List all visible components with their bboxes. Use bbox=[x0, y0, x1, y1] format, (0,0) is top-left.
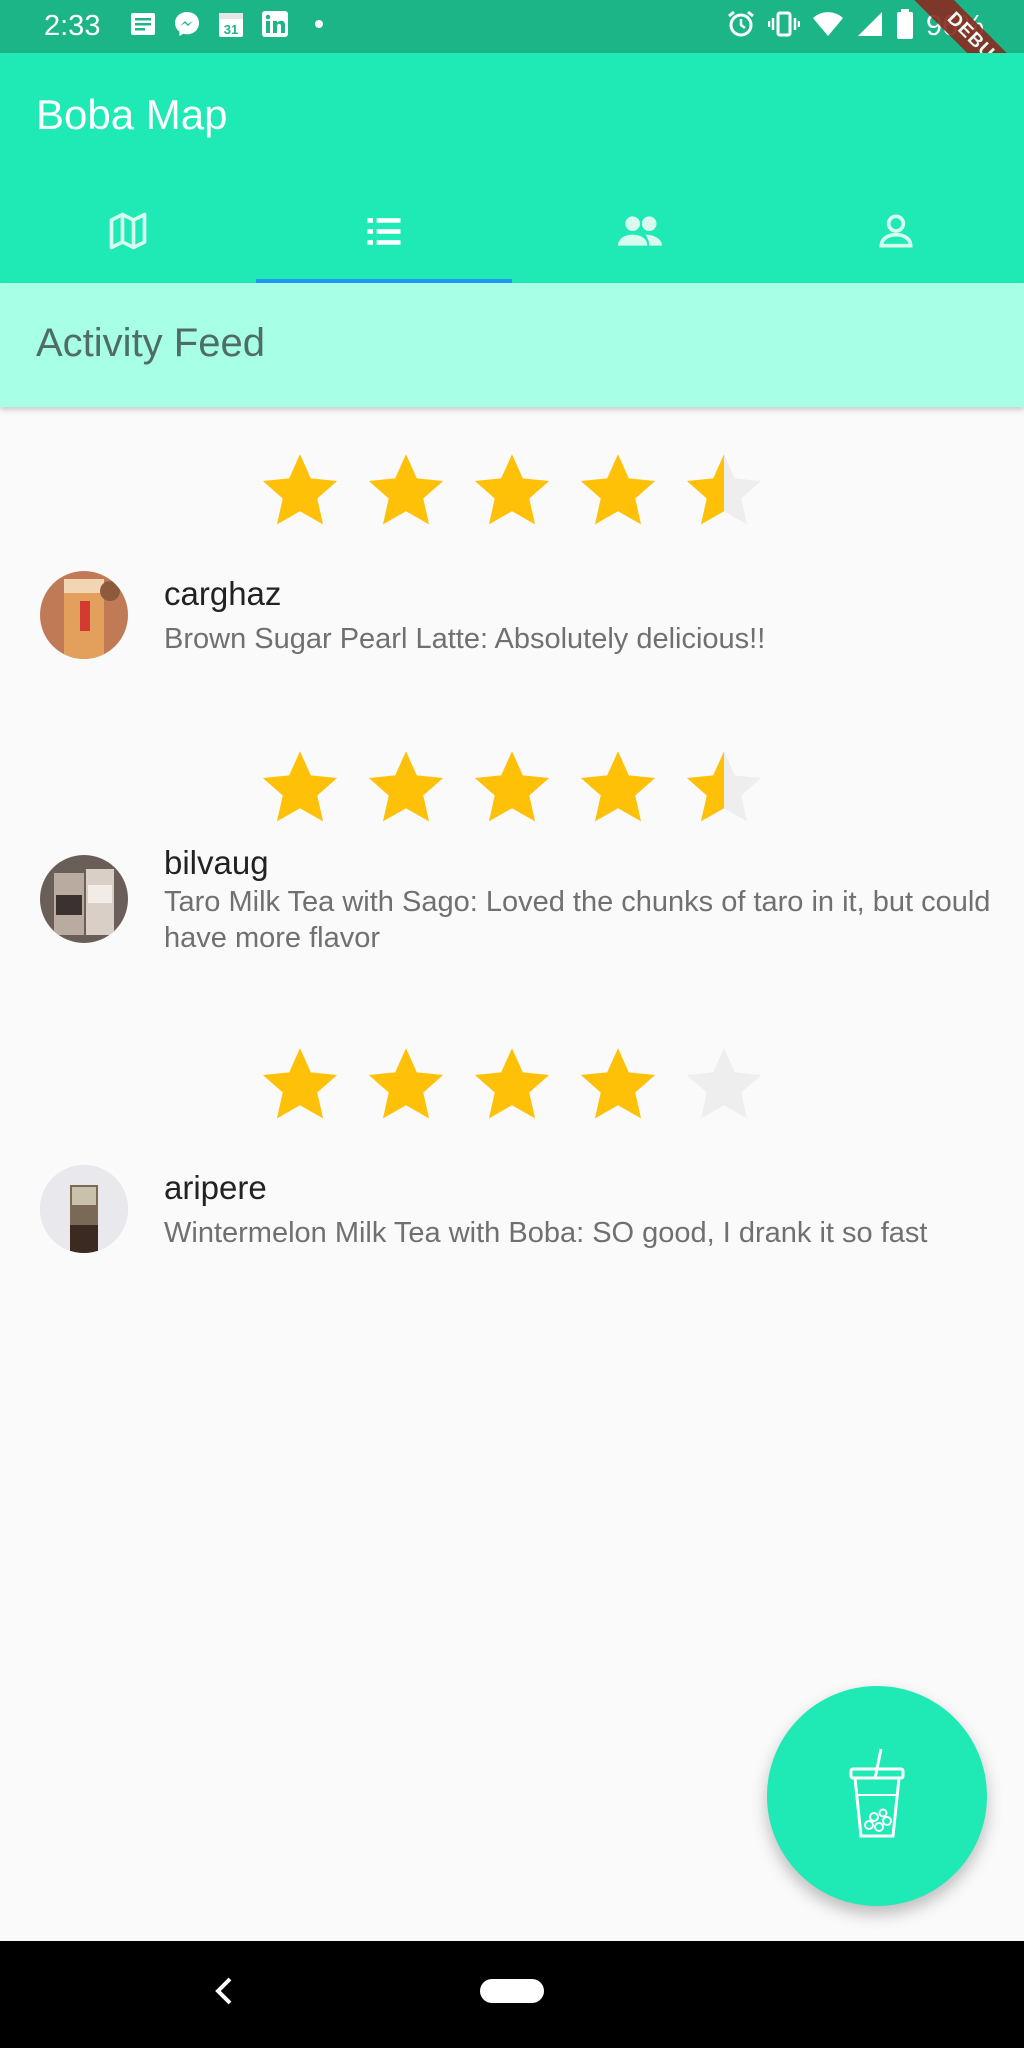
back-icon[interactable] bbox=[210, 1969, 238, 2018]
tab-friends[interactable] bbox=[512, 183, 768, 283]
list-icon bbox=[362, 209, 406, 258]
activity-feed-header: Activity Feed bbox=[0, 283, 1024, 407]
tab-feed[interactable] bbox=[256, 183, 512, 283]
avatar bbox=[40, 855, 128, 943]
star-half-icon bbox=[682, 449, 766, 533]
battery-icon bbox=[896, 9, 914, 44]
star-filled-icon bbox=[576, 449, 660, 533]
star-filled-icon bbox=[258, 746, 342, 830]
messenger-icon bbox=[172, 9, 202, 39]
star-half-icon bbox=[682, 746, 766, 830]
linkedin-icon bbox=[260, 9, 290, 39]
app-bar: Boba Map bbox=[0, 53, 1024, 283]
avatar bbox=[40, 1165, 128, 1253]
home-button[interactable] bbox=[480, 1979, 544, 2003]
rating-stars bbox=[258, 1043, 766, 1127]
person-icon bbox=[874, 209, 918, 258]
star-filled-icon bbox=[364, 1043, 448, 1127]
app-title: Boba Map bbox=[36, 91, 228, 138]
dot-icon bbox=[304, 9, 334, 39]
wifi-icon bbox=[812, 10, 844, 43]
status-time: 2:33 bbox=[44, 10, 101, 42]
star-filled-icon bbox=[364, 746, 448, 830]
star-filled-icon bbox=[258, 1043, 342, 1127]
username[interactable]: bilvaug bbox=[164, 844, 269, 882]
people-icon bbox=[614, 209, 666, 258]
notes-icon bbox=[128, 9, 158, 39]
star-filled-icon bbox=[576, 746, 660, 830]
review-text: Brown Sugar Pearl Latte: Absolutely deli… bbox=[164, 623, 766, 655]
star-filled-icon bbox=[364, 449, 448, 533]
username[interactable]: aripere bbox=[164, 1169, 267, 1207]
signal-icon bbox=[856, 10, 884, 43]
username[interactable]: carghaz bbox=[164, 575, 281, 613]
system-status-icons: 96% bbox=[726, 9, 984, 44]
notification-icons: 31 bbox=[128, 9, 334, 39]
tab-profile[interactable] bbox=[768, 183, 1024, 283]
add-review-button[interactable] bbox=[767, 1686, 987, 1906]
map-icon bbox=[106, 209, 150, 258]
alarm-icon bbox=[726, 9, 756, 44]
star-empty-icon bbox=[682, 1043, 766, 1127]
calendar-icon: 31 bbox=[216, 9, 246, 39]
vibrate-icon bbox=[767, 9, 801, 44]
system-navigation-bar bbox=[0, 1941, 1024, 2048]
star-filled-icon bbox=[258, 449, 342, 533]
battery-level: 96% bbox=[925, 10, 984, 42]
tab-bar bbox=[0, 183, 1024, 283]
star-filled-icon bbox=[576, 1043, 660, 1127]
section-title: Activity Feed bbox=[36, 321, 265, 365]
status-bar: 2:33 31 96% bbox=[0, 0, 1024, 53]
star-filled-icon bbox=[470, 1043, 554, 1127]
tab-map[interactable] bbox=[0, 183, 256, 283]
boba-cup-icon bbox=[845, 1747, 909, 1846]
avatar bbox=[40, 571, 128, 659]
rating-stars bbox=[258, 449, 766, 533]
review-text: Wintermelon Milk Tea with Boba: SO good,… bbox=[164, 1217, 928, 1249]
review-text: Taro Milk Tea with Sago: Loved the chunk… bbox=[164, 886, 991, 954]
star-filled-icon bbox=[470, 746, 554, 830]
rating-stars bbox=[258, 746, 766, 830]
svg-text:31: 31 bbox=[224, 22, 238, 37]
star-filled-icon bbox=[470, 449, 554, 533]
